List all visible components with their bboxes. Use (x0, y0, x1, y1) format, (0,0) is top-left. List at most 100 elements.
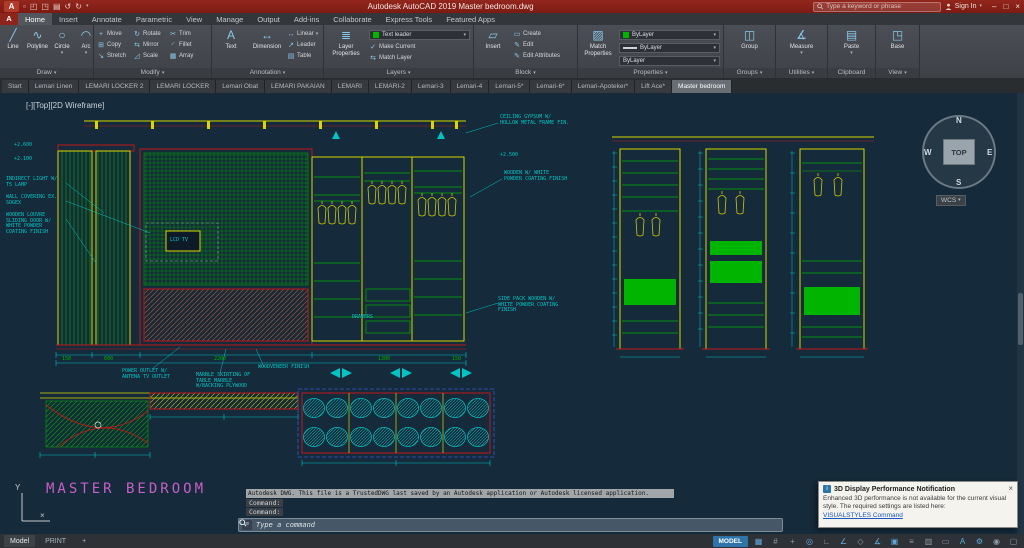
object-snap-tracking-toggle[interactable]: ∡ (871, 536, 884, 547)
save-icon[interactable]: ◳ (41, 1, 49, 12)
file-tab[interactable]: Lemari-Apoteker* (572, 80, 636, 93)
command-input[interactable] (256, 521, 779, 529)
plot-icon[interactable]: ▤ (53, 1, 61, 12)
ribbon-tab-parametric[interactable]: Parametric (129, 13, 179, 25)
dimension-tool[interactable]: ↔ Dimension (251, 27, 283, 51)
fillet-tool[interactable]: ◜Fillet (169, 41, 205, 49)
polar-tracking-toggle[interactable]: ∠ (837, 536, 850, 547)
layers-panel-label[interactable]: Layers ▾ (324, 68, 473, 78)
linear-tool[interactable]: ↔Linear▾ (287, 30, 318, 38)
viewport-controls[interactable]: [-][Top][2D Wireframe] (26, 101, 104, 110)
app-menu-button[interactable]: A (4, 1, 19, 12)
create-block-tool[interactable]: ▭Create (513, 30, 560, 38)
help-search[interactable] (813, 2, 941, 12)
snap-mode-toggle[interactable]: # (769, 536, 782, 547)
leader-tool[interactable]: ↗Leader (287, 41, 318, 49)
view-cube-top-face[interactable]: TOP (943, 139, 975, 165)
file-tab[interactable]: Lemari Linen (29, 80, 80, 93)
base-tool[interactable]: ◳ Base (882, 27, 914, 51)
trim-tool[interactable]: ✂Trim (169, 30, 205, 38)
qat-dropdown-icon[interactable]: ▾ (86, 1, 89, 12)
copy-tool[interactable]: ⊞Copy (97, 41, 133, 49)
properties-panel-label[interactable]: Properties ▾ (578, 68, 723, 78)
file-tab[interactable]: LEMARI PAKAIAN (265, 80, 332, 93)
clipboard-panel-label[interactable]: Clipboard (828, 68, 875, 78)
file-tab-master-bedroom[interactable]: Master bedroom (672, 80, 732, 93)
file-tab[interactable]: LEMARI LOCKER 2 (79, 80, 150, 93)
ribbon-tab-insert[interactable]: Insert (52, 13, 85, 25)
file-tab[interactable]: LEMARI-2 (369, 80, 412, 93)
scale-tool[interactable]: ◿Scale (133, 52, 169, 60)
signin-control[interactable]: Sign In ▾ (945, 3, 982, 10)
rotate-tool[interactable]: ↻Rotate (133, 30, 169, 38)
layer-properties-tool[interactable]: ≣ Layer Properties (327, 27, 365, 57)
close-button[interactable]: × (1015, 2, 1020, 11)
infer-constraints-toggle[interactable]: + (786, 536, 799, 547)
table-tool[interactable]: ▤Table (287, 52, 318, 60)
ribbon-tab-express-tools[interactable]: Express Tools (379, 13, 440, 25)
view-cube-east[interactable]: E (987, 148, 992, 157)
view-cube-west[interactable]: W (924, 148, 932, 157)
isometric-drafting-toggle[interactable]: ◇ (854, 536, 867, 547)
command-bar[interactable]: ≡ (238, 518, 783, 532)
view-cube[interactable]: N E S W TOP (922, 115, 996, 189)
scrollbar-thumb[interactable] (1018, 293, 1023, 345)
ortho-mode-toggle[interactable]: ∟ (820, 536, 833, 547)
wcs-selector[interactable]: WCS ▾ (936, 195, 966, 206)
workspace-switching-button[interactable]: ⚙ (973, 536, 986, 547)
group-tool[interactable]: ◫ Group (734, 27, 766, 51)
linetype-dropdown[interactable]: ByLayer ▾ (619, 56, 720, 66)
visualstyles-link[interactable]: VISUALSTYLES Command (823, 512, 903, 519)
ribbon-tab-annotate[interactable]: Annotate (85, 13, 129, 25)
ribbon-tab-collaborate[interactable]: Collaborate (326, 13, 378, 25)
file-tab-start[interactable]: Start (2, 80, 29, 93)
ribbon-tab-featured-apps[interactable]: Featured Apps (439, 13, 502, 25)
stretch-tool[interactable]: ↘Stretch (97, 52, 133, 60)
selection-cycling-toggle[interactable]: ▭ (939, 536, 952, 547)
dynamic-input-toggle[interactable]: ◎ (803, 536, 816, 547)
transparency-toggle[interactable]: ▥ (922, 536, 935, 547)
file-tab[interactable]: LEMARI LOCKER (150, 80, 216, 93)
layer-dropdown[interactable]: Text leader ▾ (369, 30, 470, 40)
search-input[interactable] (826, 3, 937, 10)
mirror-tool[interactable]: ⇆Mirror (133, 41, 169, 49)
file-tab[interactable]: Lift Ace* (635, 80, 672, 93)
file-tab[interactable]: LEMARI (332, 80, 369, 93)
edit-block-tool[interactable]: ✎Edit (513, 41, 560, 49)
ribbon-tab-output[interactable]: Output (250, 13, 287, 25)
file-tab[interactable]: Lemari-3 (412, 80, 451, 93)
open-icon[interactable]: ◰ (30, 1, 38, 12)
file-tab[interactable]: Lemari-6* (530, 80, 571, 93)
annotation-visibility-toggle[interactable]: A (956, 536, 969, 547)
clean-screen-button[interactable]: ▢ (1007, 536, 1020, 547)
polyline-tool[interactable]: ∿ Polyline (27, 27, 48, 51)
make-current-tool[interactable]: ✓Make Current (369, 43, 470, 51)
restore-button[interactable]: □ (1003, 2, 1008, 11)
minimize-button[interactable]: – (992, 2, 996, 11)
model-layout-tab[interactable]: Model (4, 535, 35, 547)
annotation-panel-label[interactable]: Annotation ▾ (212, 68, 323, 78)
block-panel-label[interactable]: Block ▾ (474, 68, 577, 78)
redo-icon[interactable]: ↻ (75, 1, 82, 12)
model-space-button[interactable]: MODEL (713, 536, 748, 547)
paste-tool[interactable]: ▤ Paste ▾ (836, 27, 868, 56)
print-layout-tab[interactable]: PRINT (39, 535, 72, 547)
move-tool[interactable]: +Move (97, 30, 133, 38)
utilities-panel-label[interactable]: Utilities ▾ (776, 68, 827, 78)
ribbon-tab-addins[interactable]: Add-ins (287, 13, 326, 25)
edit-attributes-tool[interactable]: ✎Edit Attributes (513, 52, 560, 60)
grid-display-toggle[interactable]: ▦ (752, 536, 765, 547)
isolate-objects-button[interactable]: ◉ (990, 536, 1003, 547)
file-tab[interactable]: Lemari-5* (489, 80, 530, 93)
new-layout-button[interactable]: + (76, 535, 92, 547)
notification-close-icon[interactable]: × (1008, 485, 1013, 493)
groups-panel-label[interactable]: Groups ▾ (724, 68, 775, 78)
match-layer-tool[interactable]: ⇆Match Layer (369, 54, 470, 62)
view-cube-south[interactable]: S (956, 178, 961, 187)
array-tool[interactable]: ▦Array (169, 52, 205, 60)
new-icon[interactable]: ▫ (23, 1, 26, 12)
object-snap-toggle[interactable]: ▣ (888, 536, 901, 547)
view-cube-north[interactable]: N (956, 116, 962, 125)
lineweight-toggle[interactable]: ≡ (905, 536, 918, 547)
line-tool[interactable]: ╱ Line (3, 27, 23, 51)
